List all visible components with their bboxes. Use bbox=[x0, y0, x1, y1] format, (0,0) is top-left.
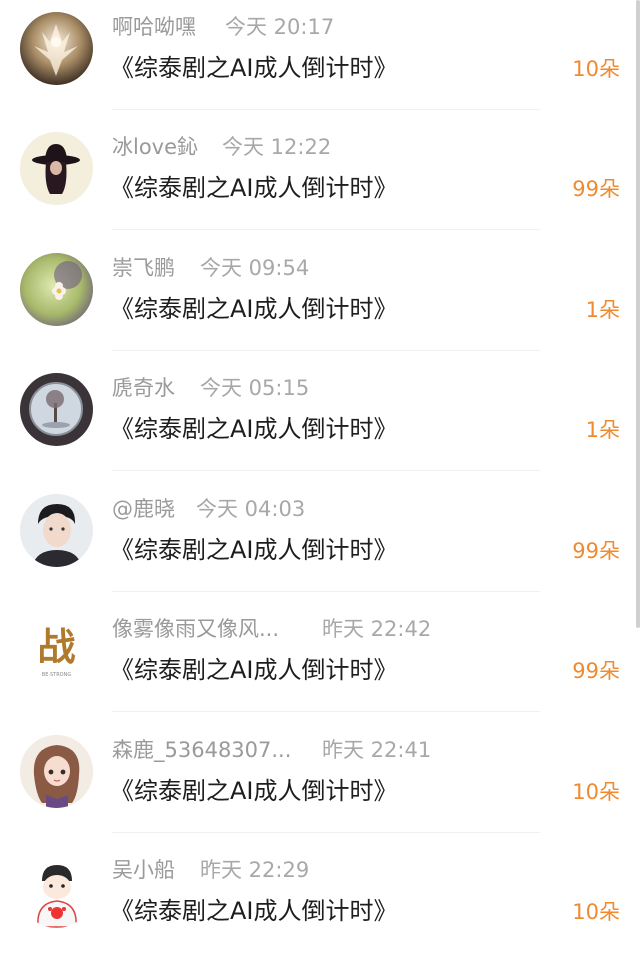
divider bbox=[112, 350, 540, 351]
tree-orb-avatar-icon bbox=[20, 373, 93, 446]
user-name[interactable]: 崇飞鹏 bbox=[112, 253, 175, 283]
list-item[interactable]: 冰love鈊 今天 12:22 《综泰剧之AI成人倒计时》 99朵 bbox=[0, 120, 640, 240]
hat-silhouette-avatar-icon bbox=[20, 132, 93, 205]
work-title[interactable]: 《综泰剧之AI成人倒计时》 bbox=[110, 773, 398, 809]
flower-avatar-icon bbox=[20, 253, 93, 326]
user-name[interactable]: @鹿晓 bbox=[112, 494, 175, 524]
list-item[interactable]: 虒奇水 今天 05:15 《综泰剧之AI成人倒计时》 1朵 bbox=[0, 361, 640, 481]
user-name[interactable]: 像雾像雨又像风... bbox=[112, 614, 279, 644]
work-title[interactable]: 《综泰剧之AI成人倒计时》 bbox=[110, 291, 398, 327]
gift-record-list: 啊哈呦嘿 今天 20:17 《综泰剧之AI成人倒计时》 10朵 冰love鈊 今… bbox=[0, 0, 640, 958]
flower-count: 1朵 bbox=[585, 418, 620, 442]
user-name[interactable]: 冰love鈊 bbox=[112, 132, 198, 162]
timestamp: 今天 09:54 bbox=[200, 256, 310, 280]
user-name[interactable]: 森鹿_53648307... bbox=[112, 735, 291, 765]
avatar[interactable] bbox=[20, 494, 93, 567]
flower-count: 99朵 bbox=[572, 539, 620, 563]
user-name[interactable]: 啊哈呦嘿 bbox=[112, 12, 196, 42]
work-title[interactable]: 《综泰剧之AI成人倒计时》 bbox=[110, 532, 398, 568]
work-title[interactable]: 《综泰剧之AI成人倒计时》 bbox=[110, 170, 398, 206]
list-item[interactable]: 森鹿_53648307... 昨天 22:41 《综泰剧之AI成人倒计时》 10… bbox=[0, 723, 640, 843]
scrollbar[interactable] bbox=[636, 0, 640, 628]
avatar[interactable] bbox=[20, 132, 93, 205]
flower-count: 10朵 bbox=[572, 57, 620, 81]
divider bbox=[112, 109, 540, 110]
list-item[interactable]: 啊哈呦嘿 今天 20:17 《综泰剧之AI成人倒计时》 10朵 bbox=[0, 0, 640, 120]
divider bbox=[112, 711, 540, 712]
avatar[interactable] bbox=[20, 855, 93, 928]
flower-count: 10朵 bbox=[572, 900, 620, 924]
divider bbox=[112, 229, 540, 230]
work-title[interactable]: 《综泰剧之AI成人倒计时》 bbox=[110, 652, 398, 688]
flower-count: 99朵 bbox=[572, 659, 620, 683]
user-name[interactable]: 吴小船 bbox=[112, 855, 175, 885]
work-title[interactable]: 《综泰剧之AI成人倒计时》 bbox=[110, 50, 398, 86]
list-item[interactable]: 吴小船 昨天 22:29 《综泰剧之AI成人倒计时》 10朵 bbox=[0, 843, 640, 963]
list-item[interactable]: 崇飞鹏 今天 09:54 《综泰剧之AI成人倒计时》 1朵 bbox=[0, 241, 640, 361]
avatar[interactable] bbox=[20, 12, 93, 85]
zhan-calligraphy-avatar-icon: 战 BE·STRONG bbox=[20, 614, 93, 687]
zhan-glyph: 战 bbox=[37, 624, 75, 669]
timestamp: 今天 04:03 bbox=[196, 497, 306, 521]
user-name[interactable]: 虒奇水 bbox=[112, 373, 175, 403]
ethereal-figure-avatar-icon bbox=[20, 12, 93, 85]
zhan-subtext: BE·STRONG bbox=[42, 672, 72, 678]
divider bbox=[112, 591, 540, 592]
timestamp: 今天 05:15 bbox=[200, 376, 310, 400]
work-title[interactable]: 《综泰剧之AI成人倒计时》 bbox=[110, 411, 398, 447]
work-title[interactable]: 《综泰剧之AI成人倒计时》 bbox=[110, 893, 398, 929]
divider bbox=[112, 470, 540, 471]
anime-girl-avatar-icon bbox=[20, 735, 93, 808]
flower-count: 99朵 bbox=[572, 177, 620, 201]
timestamp: 昨天 22:41 bbox=[322, 738, 432, 762]
list-item[interactable]: @鹿晓 今天 04:03 《综泰剧之AI成人倒计时》 99朵 bbox=[0, 482, 640, 602]
flower-count: 1朵 bbox=[585, 298, 620, 322]
divider bbox=[112, 832, 540, 833]
timestamp: 昨天 22:42 bbox=[322, 617, 432, 641]
boy-portrait-avatar-icon bbox=[20, 494, 93, 567]
timestamp: 昨天 22:29 bbox=[200, 858, 310, 882]
avatar[interactable] bbox=[20, 253, 93, 326]
list-item[interactable]: 战 BE·STRONG 像雾像雨又像风... 昨天 22:42 《综泰剧之AI成… bbox=[0, 602, 640, 722]
avatar[interactable] bbox=[20, 735, 93, 808]
timestamp: 今天 12:22 bbox=[222, 135, 332, 159]
timestamp: 今天 20:17 bbox=[225, 15, 335, 39]
avatar[interactable]: 战 BE·STRONG bbox=[20, 614, 93, 687]
flower-count: 10朵 bbox=[572, 780, 620, 804]
avatar[interactable] bbox=[20, 373, 93, 446]
cartoon-avatar-icon bbox=[20, 855, 93, 928]
